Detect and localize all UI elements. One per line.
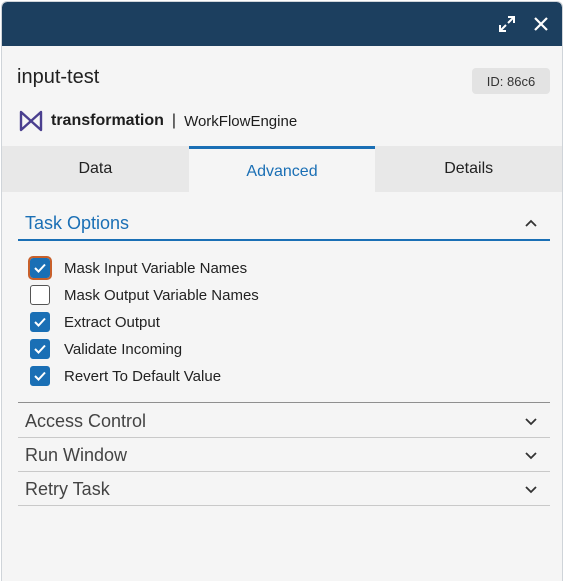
option-label: Mask Input Variable Names [64,259,248,277]
option-mask-output-variable-names[interactable]: Mask Output Variable Names [30,284,259,306]
tab-data[interactable]: Data [2,146,189,192]
chevron-down-icon [524,482,538,496]
section-divider [18,505,550,506]
retry-task-header[interactable]: Retry Task [18,472,550,506]
task-options-header[interactable]: Task Options [18,207,550,241]
checkbox-checked[interactable] [30,366,50,386]
task-options-title: Task Options [25,212,130,233]
checkbox-unchecked[interactable] [30,285,50,305]
detail-tabs: Data Advanced Details [2,146,562,192]
option-mask-input-variable-names[interactable]: Mask Input Variable Names [28,256,248,280]
brand-separator: | [171,112,177,129]
option-label: Extract Output [64,313,160,331]
checkbox-checked[interactable] [28,256,52,280]
task-name: input-test [17,66,100,88]
panel-titlebar [2,2,562,46]
section-title: Retry Task [25,478,110,499]
option-validate-incoming[interactable]: Validate Incoming [30,338,182,360]
checkbox-checked[interactable] [30,339,50,359]
chevron-down-icon [524,414,538,428]
bowtie-logo-icon [18,109,44,133]
section-title: Run Window [25,444,128,465]
close-icon[interactable] [530,13,552,35]
adapter-name: WorkFlowEngine [184,112,298,130]
task-id-badge: ID: 86c6 [472,68,550,94]
run-window-header[interactable]: Run Window [18,438,550,472]
option-revert-to-default-value[interactable]: Revert To Default Value [30,365,221,387]
tab-advanced[interactable]: Advanced [188,146,376,192]
option-label: Revert To Default Value [64,367,222,385]
option-extract-output[interactable]: Extract Output [30,311,160,333]
section-divider [18,402,550,403]
task-details-panel: input-test ID: 86c6 transformation | Wor… [1,1,563,581]
app-name: transformation [51,112,164,129]
section-title: Access Control [25,410,147,431]
tab-details[interactable]: Details [375,146,562,192]
checkbox-checked[interactable] [30,312,50,332]
option-label: Validate Incoming [64,340,183,358]
option-label: Mask Output Variable Names [64,286,259,304]
expand-icon[interactable] [496,13,518,35]
chevron-down-icon [524,448,538,462]
chevron-up-icon [524,216,538,230]
app-adapter-row: transformation | WorkFlowEngine [18,108,297,134]
access-control-header[interactable]: Access Control [18,404,550,438]
